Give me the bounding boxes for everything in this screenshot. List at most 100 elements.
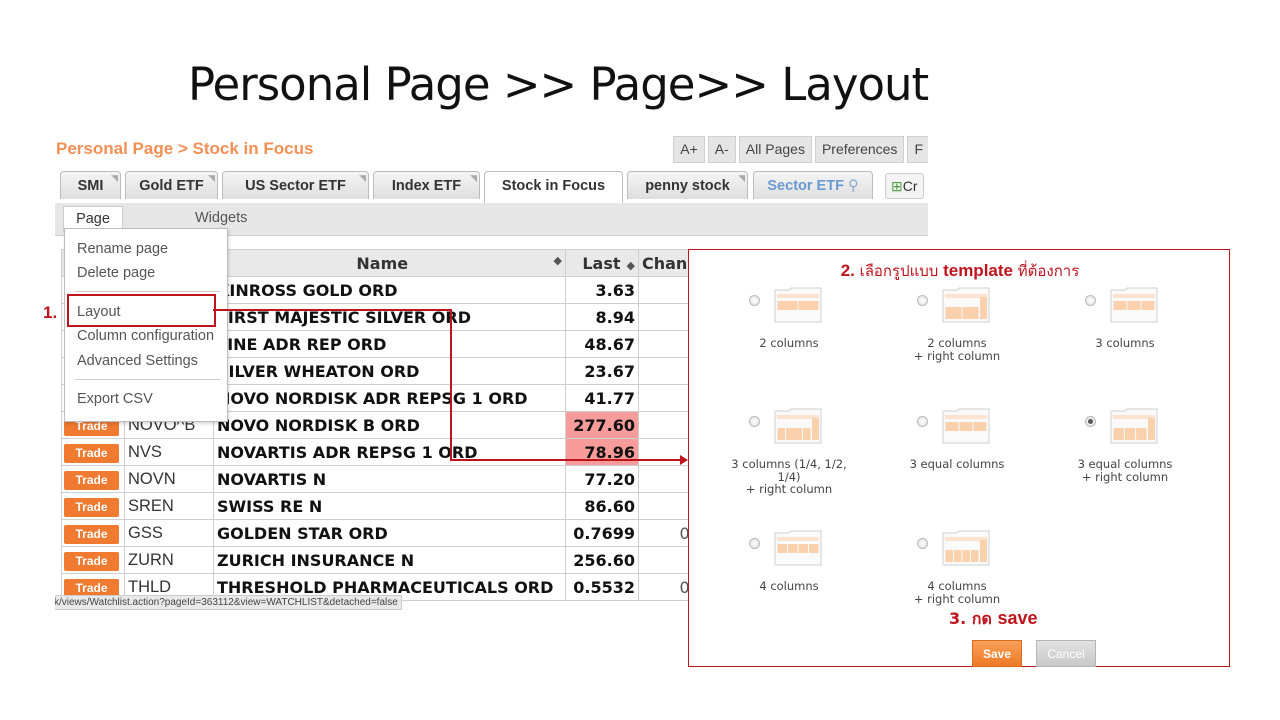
name-header-label: Name xyxy=(356,253,409,273)
layout-thumbnail-icon xyxy=(942,530,990,566)
step2-tail: ที่ต้องการ xyxy=(1013,262,1080,280)
name-cell[interactable]: NOVO NORDISK ADR REPSG 1 ORD xyxy=(213,384,566,412)
layout-label-line1: 3 columns xyxy=(1095,336,1155,350)
layout-thumbnail-icon xyxy=(942,287,990,323)
name-cell[interactable]: NOVARTIS ADR REPSG 1 ORD xyxy=(213,438,566,466)
font-increase-button[interactable]: A+ xyxy=(673,136,705,163)
tab-sector-etf[interactable]: Sector ETF ⚲ xyxy=(753,171,873,199)
table-row[interactable]: TradeNOVNNOVARTIS N77.20- xyxy=(61,465,709,493)
tab-corner-icon: ◥ xyxy=(470,173,477,183)
menu-advanced-settings[interactable]: Advanced Settings xyxy=(77,353,198,369)
tab-label: US Sector ETF xyxy=(245,178,346,194)
layout-radio[interactable] xyxy=(917,295,928,306)
layout-option-label: 3 columns xyxy=(1024,337,1226,350)
preferences-button[interactable]: Preferences xyxy=(814,136,905,163)
last-col-header[interactable]: Last ◆ xyxy=(565,249,639,277)
tab-label: Stock in Focus xyxy=(501,178,606,194)
subtab-widgets[interactable]: Widgets xyxy=(195,206,247,230)
slide-title: Personal Page >> Page>> Layout xyxy=(188,58,929,111)
name-cell[interactable]: ZURICH INSURANCE N xyxy=(213,546,566,574)
step2-number: 2. xyxy=(840,261,860,280)
layout-radio[interactable] xyxy=(1085,295,1096,306)
name-cell[interactable]: SWISS RE N xyxy=(213,492,566,520)
layout-radio[interactable] xyxy=(917,538,928,549)
table-row[interactable]: Trade ZURN ZURICH INSURANCE N 256.60 xyxy=(61,546,709,574)
font-decrease-button[interactable]: A- xyxy=(707,136,736,163)
last-price-cell: 48.67 xyxy=(565,330,639,358)
last-price-cell: 86.60 xyxy=(565,492,639,520)
name-cell[interactable]: KINROSS GOLD ORD xyxy=(213,276,566,304)
sort-icon: ◆ xyxy=(626,258,635,272)
symbol-cell[interactable]: GSS xyxy=(124,519,214,547)
step3-number: 3. กด xyxy=(949,609,998,628)
tab-smi[interactable]: SMI ◥ xyxy=(60,171,121,199)
symbol-cell[interactable]: SREN xyxy=(124,492,214,520)
tab-stock-in-focus[interactable]: Stock in Focus xyxy=(484,171,623,204)
layout-label-line2: + right column xyxy=(1081,469,1169,484)
last-price-cell: 256.60 xyxy=(565,546,639,574)
trade-cell: Trade xyxy=(61,519,125,547)
layout-picker-dialog: 2. เลือกรูปแบบ template ที่ต้องการ 2 col… xyxy=(688,249,1230,667)
toolbar-truncated-button[interactable]: F xyxy=(907,136,928,163)
layout-radio[interactable] xyxy=(749,295,760,306)
menu-column-configuration[interactable]: Column configuration xyxy=(77,328,214,344)
layout-thumbnail-icon xyxy=(1110,408,1158,444)
tab-penny-stock[interactable]: penny stock ◥ xyxy=(627,171,748,199)
menu-rename-page[interactable]: Rename page xyxy=(77,241,168,257)
layout-radio[interactable] xyxy=(749,538,760,549)
tab-corner-icon: ◥ xyxy=(359,173,366,183)
trade-cell: Trade xyxy=(61,465,125,493)
symbol-cell[interactable]: NOVN xyxy=(124,465,214,493)
menu-divider xyxy=(75,291,220,292)
table-row[interactable]: Trade NVS NOVARTIS ADR REPSG 1 ORD 78.96 xyxy=(61,438,709,466)
cancel-button[interactable]: Cancel xyxy=(1036,640,1096,667)
menu-delete-page[interactable]: Delete page xyxy=(77,265,155,281)
name-cell[interactable]: GOLDEN STAR ORD xyxy=(213,519,566,547)
layout-label-line3: + right column xyxy=(745,482,833,496)
layout-thumbnail-icon xyxy=(942,408,990,444)
menu-divider xyxy=(75,379,220,380)
create-tab-button[interactable]: ⊞Cr xyxy=(885,173,924,199)
symbol-cell[interactable]: ZURN xyxy=(124,546,214,574)
last-price-cell: 0.5532 xyxy=(565,573,639,601)
table-row[interactable]: TradeGSSGOLDEN STAR ORD0.76990.0 xyxy=(61,519,709,547)
connector-line xyxy=(450,459,682,461)
tab-corner-icon: ◥ xyxy=(111,173,118,183)
tab-label: SMI xyxy=(77,178,104,194)
tab-index-etf[interactable]: Index ETF ◥ xyxy=(373,171,480,199)
layout-thumbnail-icon xyxy=(1110,287,1158,323)
trade-button[interactable]: Trade xyxy=(64,497,119,517)
trade-button[interactable]: Trade xyxy=(64,443,119,463)
name-cell[interactable]: LINE ADR REP ORD xyxy=(213,330,566,358)
layout-radio[interactable] xyxy=(917,416,928,427)
name-cell[interactable]: NOVARTIS N xyxy=(213,465,566,493)
last-price-cell: 77.20 xyxy=(565,465,639,493)
layout-label-line2: + right column xyxy=(913,591,1001,606)
trade-button[interactable]: Trade xyxy=(64,470,119,490)
table-row[interactable]: Trade SREN SWISS RE N 86.60 xyxy=(61,492,709,520)
tab-label: Sector ETF xyxy=(767,178,844,194)
layout-thumbnail-icon xyxy=(774,408,822,444)
breadcrumb[interactable]: Personal Page > Stock in Focus xyxy=(56,139,313,159)
trade-button[interactable]: Trade xyxy=(64,524,119,544)
name-col-header[interactable]: Name ◆ xyxy=(213,249,566,277)
name-cell[interactable]: FIRST MAJESTIC SILVER ORD xyxy=(213,303,566,331)
page-tabs: SMI ◥ Gold ETF ◥ US Sector ETF ◥ Index ETF ◥… xyxy=(55,167,928,204)
tab-gold-etf[interactable]: Gold ETF ◥ xyxy=(125,171,218,199)
tab-label: Gold ETF xyxy=(139,178,204,194)
save-button[interactable]: Save xyxy=(972,640,1022,667)
tab-us-sector-etf[interactable]: US Sector ETF ◥ xyxy=(222,171,369,199)
trade-button[interactable]: Trade xyxy=(64,551,119,571)
symbol-cell[interactable]: NVS xyxy=(124,438,214,466)
layout-radio[interactable] xyxy=(749,416,760,427)
layout-option-label: 4 columns + right column xyxy=(856,580,1058,605)
all-pages-button[interactable]: All Pages xyxy=(738,136,812,163)
step2-template: template xyxy=(943,261,1013,280)
layout-highlight-box xyxy=(67,294,216,327)
create-tab-label: Cr xyxy=(902,178,918,194)
layout-radio[interactable] xyxy=(1085,416,1096,427)
name-cell[interactable]: NOVO NORDISK B ORD xyxy=(213,411,566,439)
menu-export-csv[interactable]: Export CSV xyxy=(77,391,153,407)
name-cell[interactable]: SILVER WHEATON ORD xyxy=(213,357,566,385)
layout-label-line1: 3 equal columns xyxy=(1077,457,1173,471)
